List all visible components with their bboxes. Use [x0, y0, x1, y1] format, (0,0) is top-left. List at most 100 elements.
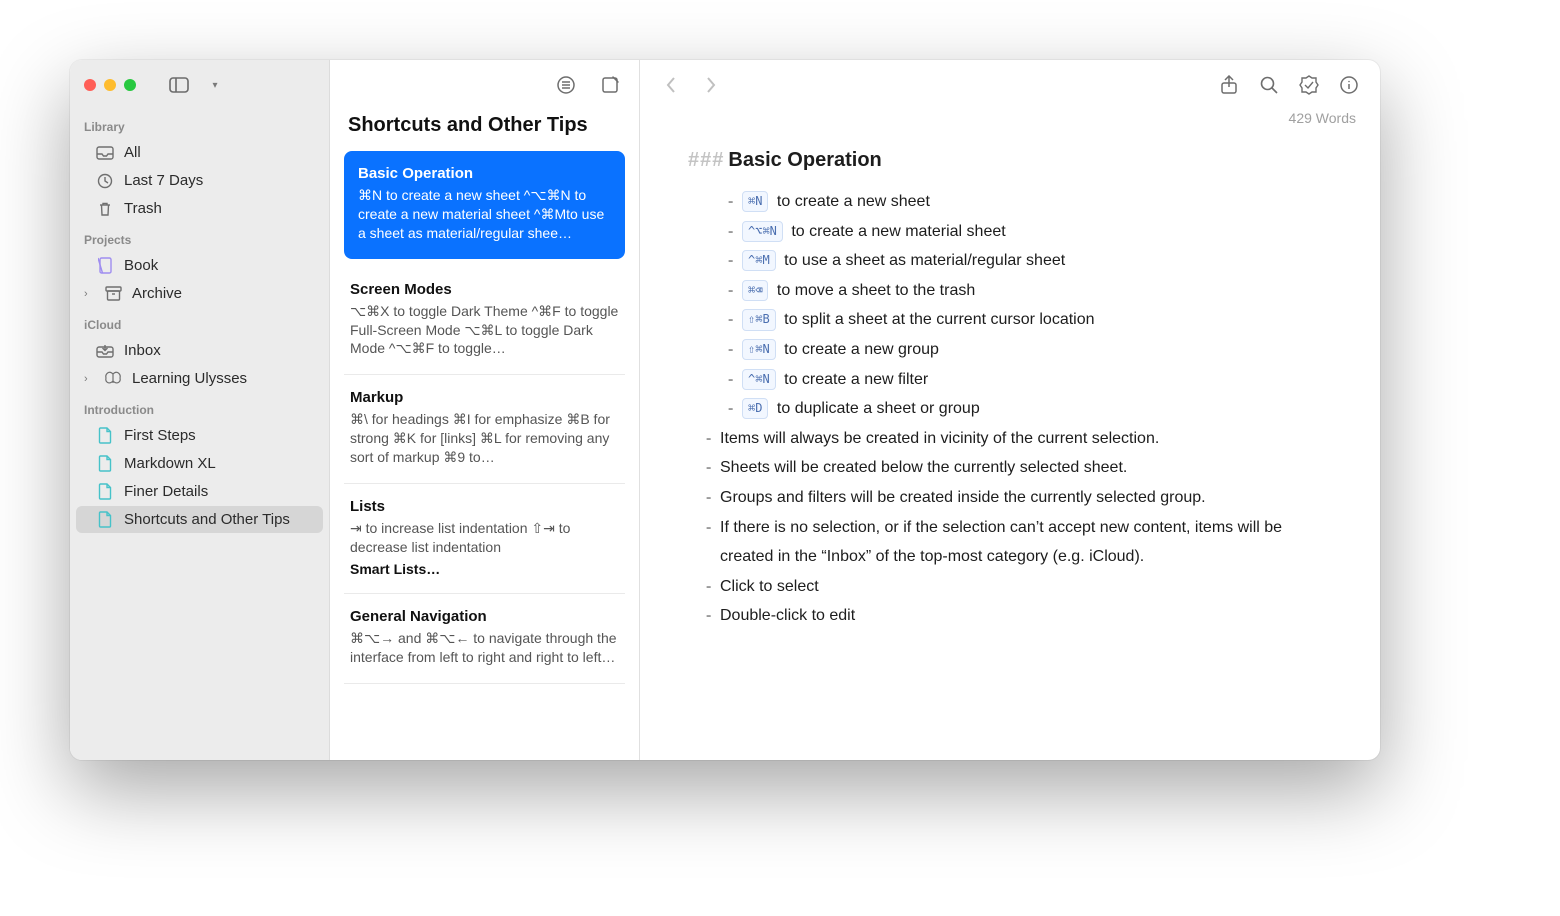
sidebar-item[interactable]: Trash: [76, 195, 323, 222]
sidebar-item-label: All: [124, 144, 141, 161]
sidebar-section-label: iCloud: [70, 308, 329, 336]
shortcut-text: to use a sheet as material/regular sheet: [784, 252, 1065, 269]
editor-pane: 429 Words ###Basic Operation ⌘N to creat…: [640, 60, 1380, 760]
app-window: ▾ Library All Last 7 Days Trash Projects Book…: [70, 60, 1380, 760]
card-title: Screen Modes: [350, 281, 619, 298]
sidebar-item[interactable]: Markdown XL: [76, 450, 323, 477]
sidebar-item-label: Shortcuts and Other Tips: [124, 511, 290, 528]
editor-document[interactable]: ###Basic Operation ⌘N to create a new sh…: [640, 132, 1380, 631]
doc-icon: [96, 511, 114, 528]
sidebar-item[interactable]: › Learning Ulysses: [76, 365, 323, 392]
kbd-shortcut: ⌘⌫: [742, 280, 768, 301]
shortcut-text: to create a new sheet: [777, 193, 930, 210]
sheet-list-toolbar: [330, 60, 639, 110]
sheet-card[interactable]: Screen Modes ⌥⌘X to toggle Dark Theme ^⌘F…: [344, 267, 625, 376]
traffic-lights: [84, 79, 136, 91]
kbd-shortcut: ^⌘N: [742, 369, 776, 390]
sheet-card[interactable]: Lists⇥ to increase list indentation ⇧⇥ t…: [344, 484, 625, 594]
info-icon[interactable]: [1338, 74, 1360, 96]
sheet-card[interactable]: Markup ⌘\ for headings ⌘I for emphasize ⌘…: [344, 375, 625, 484]
sidebar-item-label: Archive: [132, 285, 182, 302]
nav-forward-icon[interactable]: [700, 74, 722, 96]
card-preview: ⌥⌘X to toggle Dark Theme ^⌘F to toggle F…: [350, 302, 619, 359]
sidebar-item[interactable]: Shortcuts and Other Tips: [76, 506, 323, 533]
sidebar-item-label: First Steps: [124, 427, 196, 444]
shortcut-item: ^⌥⌘N to create a new material sheet: [742, 217, 1332, 247]
kbd-shortcut: ⌘D: [742, 398, 768, 419]
sheet-card-list: Basic Operation ⌘N to create a new sheet …: [330, 151, 639, 704]
inbox-icon: [96, 344, 114, 358]
bullet-item: If there is no selection, or if the sele…: [720, 513, 1332, 572]
sidebar: ▾ Library All Last 7 Days Trash Projects Book…: [70, 60, 330, 760]
bullet-item: Items will always be created in vicinity…: [720, 424, 1332, 454]
shortcut-item: ⇧⌘N to create a new group: [742, 335, 1332, 365]
shortcut-text: to create a new material sheet: [791, 223, 1005, 240]
doc-icon: [96, 427, 114, 444]
card-title: Basic Operation: [358, 165, 611, 182]
zoom-window-button[interactable]: [124, 79, 136, 91]
chevron-right-icon[interactable]: ›: [84, 288, 94, 300]
kbd-shortcut: ⌘N: [742, 191, 768, 212]
list-options-icon[interactable]: [555, 74, 577, 96]
bullet-list: Items will always be created in vicinity…: [688, 424, 1332, 631]
sidebar-menu-chevron-icon[interactable]: ▾: [204, 74, 226, 96]
minimize-window-button[interactable]: [104, 79, 116, 91]
sidebar-item-label: Learning Ulysses: [132, 370, 247, 387]
bullet-item: Double-click to edit: [720, 601, 1332, 631]
sidebar-section-label: Library: [70, 110, 329, 138]
archive-icon: [104, 286, 122, 301]
shortcut-text: to move a sheet to the trash: [777, 282, 975, 299]
sidebar-item-label: Trash: [124, 200, 162, 217]
bullet-item: Sheets will be created below the current…: [720, 453, 1332, 483]
tray-icon: [96, 146, 114, 160]
close-window-button[interactable]: [84, 79, 96, 91]
sheet-card[interactable]: Basic Operation ⌘N to create a new sheet …: [344, 151, 625, 259]
sidebar-item[interactable]: First Steps: [76, 422, 323, 449]
kbd-shortcut: ^⌥⌘N: [742, 221, 783, 242]
toggle-sidebar-icon[interactable]: [168, 74, 190, 96]
doc-icon: [96, 455, 114, 472]
clock-icon: [96, 173, 114, 189]
search-icon[interactable]: [1258, 74, 1280, 96]
markdown-hashes: ###: [688, 149, 724, 171]
heading-text: Basic Operation: [728, 149, 881, 171]
butterfly-icon: [104, 371, 122, 386]
card-title: Markup: [350, 389, 619, 406]
doc-heading: ###Basic Operation: [688, 142, 1332, 179]
shortcut-item: ⇧⌘B to split a sheet at the current curs…: [742, 305, 1332, 335]
kbd-shortcut: ⇧⌘B: [742, 309, 776, 330]
share-icon[interactable]: [1218, 74, 1240, 96]
card-preview: ⌘⌥→ and ⌘⌥← to navigate through the inte…: [350, 629, 619, 667]
sidebar-item[interactable]: Book: [76, 252, 323, 279]
shortcut-text: to create a new filter: [784, 371, 928, 388]
shortcut-item: ^⌘N to create a new filter: [742, 365, 1332, 395]
sidebar-item[interactable]: Inbox: [76, 337, 323, 364]
sidebar-section-label: Projects: [70, 223, 329, 251]
sidebar-item[interactable]: Finer Details: [76, 478, 323, 505]
card-subheading: Smart Lists…: [350, 561, 619, 577]
sidebar-section-label: Introduction: [70, 393, 329, 421]
word-count: 429 Words: [640, 110, 1380, 132]
review-icon[interactable]: [1298, 74, 1320, 96]
card-title: General Navigation: [350, 608, 619, 625]
sidebar-item-label: Inbox: [124, 342, 161, 359]
sidebar-item-label: Book: [124, 257, 158, 274]
trash-icon: [96, 201, 114, 217]
new-sheet-icon[interactable]: [599, 74, 621, 96]
nav-back-icon[interactable]: [660, 74, 682, 96]
window-titlebar: ▾: [70, 60, 329, 110]
sidebar-item[interactable]: › Archive: [76, 280, 323, 307]
shortcut-text: to split a sheet at the current cursor l…: [784, 311, 1094, 328]
editor-toolbar: [640, 60, 1380, 110]
bullet-item: Groups and filters will be created insid…: [720, 483, 1332, 513]
shortcut-list: ⌘N to create a new sheet ^⌥⌘N to create a…: [688, 187, 1332, 424]
card-preview: ⌘\ for headings ⌘I for emphasize ⌘B for …: [350, 410, 619, 467]
sidebar-item-label: Finer Details: [124, 483, 208, 500]
chevron-right-icon[interactable]: ›: [84, 373, 94, 385]
sheet-list-pane: Shortcuts and Other Tips Basic Operation…: [330, 60, 640, 760]
shortcut-item: ^⌘M to use a sheet as material/regular s…: [742, 246, 1332, 276]
card-preview: ⌘N to create a new sheet ^⌥⌘N to create …: [358, 186, 611, 243]
sidebar-item[interactable]: Last 7 Days: [76, 167, 323, 194]
sheet-card[interactable]: General Navigation ⌘⌥→ and ⌘⌥← to navigat…: [344, 594, 625, 684]
sidebar-item[interactable]: All: [76, 139, 323, 166]
